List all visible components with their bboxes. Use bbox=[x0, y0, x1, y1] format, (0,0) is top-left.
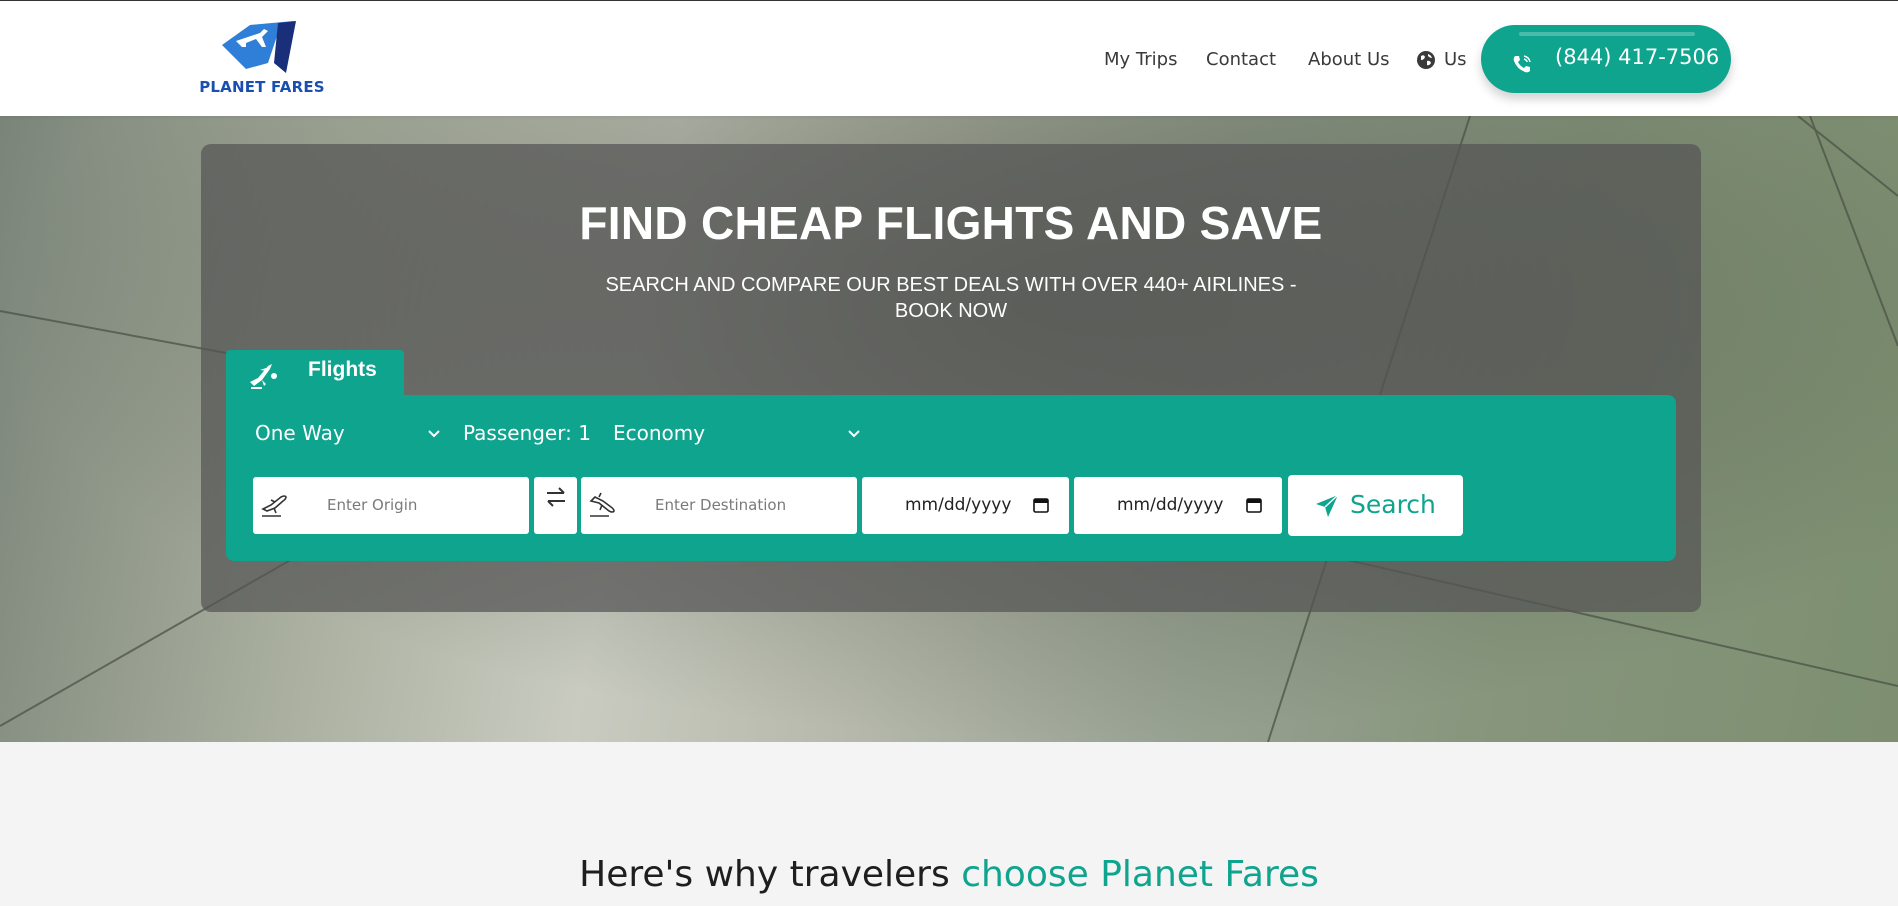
button-shine bbox=[1519, 32, 1695, 36]
return-date-input[interactable]: mm/dd/yyyy bbox=[1074, 477, 1282, 534]
calendar-icon[interactable] bbox=[1246, 497, 1262, 513]
why-heading-lead: Here's why travelers bbox=[579, 854, 962, 895]
logo-text: PLANET FARES bbox=[199, 78, 325, 96]
phone-number: (844) 417-7506 bbox=[1555, 45, 1720, 69]
destination-input[interactable]: Enter Destination bbox=[581, 477, 857, 534]
destination-placeholder: Enter Destination bbox=[655, 496, 787, 514]
depart-date-value: mm/dd/yyyy bbox=[905, 495, 1012, 515]
cabin-class-select[interactable]: Economy bbox=[613, 421, 861, 445]
site-header: PLANET FARES My Trips Contact About Us U… bbox=[0, 0, 1898, 116]
site-logo[interactable]: PLANET FARES bbox=[198, 19, 326, 97]
swap-arrows-icon bbox=[547, 487, 565, 507]
nav-about-us[interactable]: About Us bbox=[1308, 49, 1390, 70]
flight-search-form: One Way Passenger: 1 Economy Enter Origi… bbox=[226, 395, 1676, 561]
origin-placeholder: Enter Origin bbox=[327, 496, 418, 514]
tab-flights[interactable]: Flights bbox=[226, 350, 404, 398]
send-arrow-icon bbox=[1316, 494, 1339, 517]
chevron-down-icon bbox=[428, 430, 440, 438]
language-selector[interactable]: Us bbox=[1416, 49, 1467, 70]
call-phone-button[interactable]: (844) 417-7506 bbox=[1481, 25, 1731, 93]
hero-title: FIND CHEAP FLIGHTS AND SAVE bbox=[579, 197, 1323, 249]
origin-input[interactable]: Enter Origin bbox=[253, 477, 529, 534]
trip-type-select[interactable]: One Way bbox=[255, 421, 441, 445]
chevron-down-icon bbox=[848, 430, 860, 438]
phone-icon bbox=[1513, 55, 1531, 73]
trip-type-value: One Way bbox=[255, 421, 345, 445]
airplane-logo-icon bbox=[222, 21, 296, 73]
nav-my-trips[interactable]: My Trips bbox=[1104, 49, 1177, 70]
hero-subtitle: SEARCH AND COMPARE OUR BEST DEALS WITH O… bbox=[605, 274, 1297, 322]
globe-icon bbox=[1417, 50, 1435, 69]
swap-locations-button[interactable] bbox=[534, 477, 577, 534]
search-button-label: Search bbox=[1350, 490, 1436, 519]
flight-takeoff-icon bbox=[250, 364, 277, 389]
passenger-selector[interactable]: Passenger: 1 bbox=[463, 421, 591, 445]
search-button[interactable]: Search bbox=[1288, 475, 1463, 536]
language-label: Us bbox=[1444, 49, 1467, 70]
return-date-value: mm/dd/yyyy bbox=[1117, 495, 1224, 515]
calendar-icon[interactable] bbox=[1033, 497, 1049, 513]
depart-date-input[interactable]: mm/dd/yyyy bbox=[862, 477, 1069, 534]
arrival-plane-icon bbox=[589, 492, 615, 517]
tab-flights-label: Flights bbox=[308, 358, 377, 381]
cabin-class-value: Economy bbox=[613, 421, 706, 445]
departure-plane-icon bbox=[261, 495, 287, 517]
nav-contact[interactable]: Contact bbox=[1206, 49, 1276, 70]
why-choose-heading: Here's why travelers choose Planet Fares bbox=[0, 854, 1898, 895]
why-heading-accent: choose Planet Fares bbox=[961, 854, 1319, 895]
